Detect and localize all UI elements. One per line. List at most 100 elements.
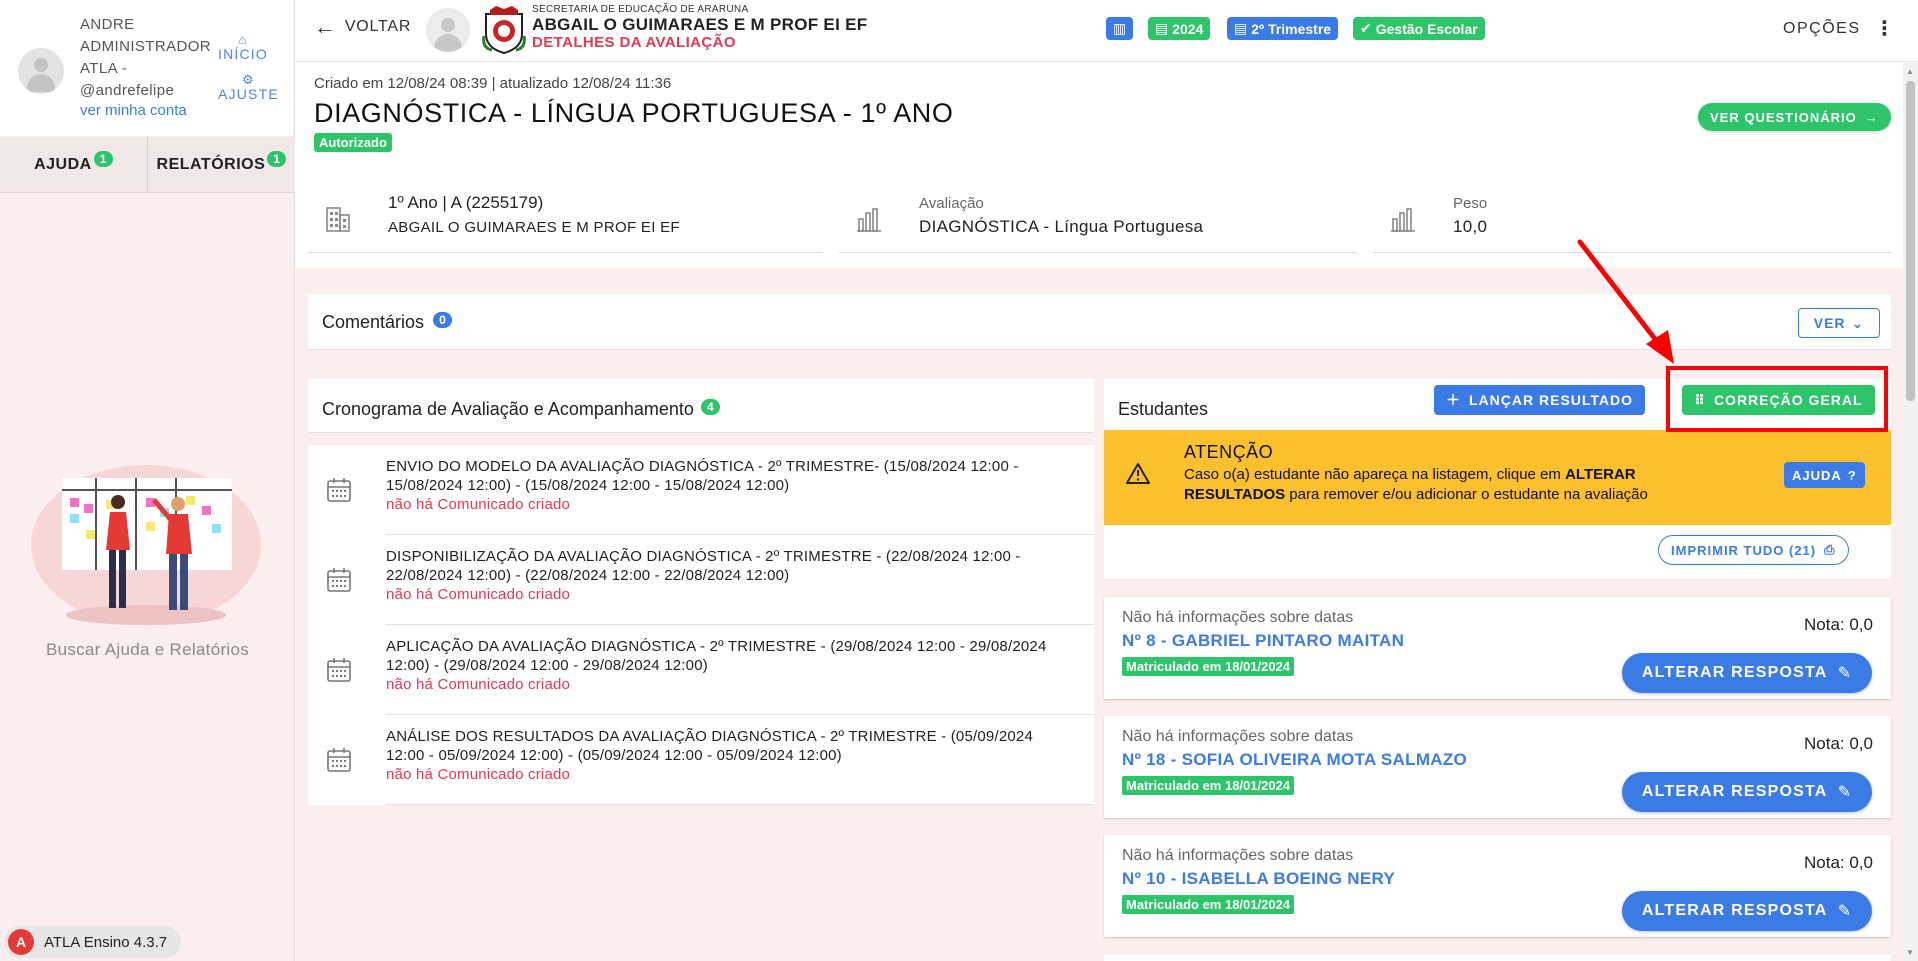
tab-ajuda-label: AJUDA xyxy=(34,155,92,173)
alterar-resposta-label: ALTERAR RESPOSTA xyxy=(1641,902,1828,919)
plus-icon: ＋ xyxy=(1446,392,1461,408)
cronograma-title: Cronograma de Avaliação e Acompanhamento… xyxy=(308,379,1094,433)
gestao-chip-label: Gestão Escolar xyxy=(1375,20,1478,37)
page-scrollbar[interactable]: ▲ ▼ xyxy=(1903,63,1918,961)
tab-ajuda[interactable]: AJUDA 1 xyxy=(0,137,147,192)
comments-count: 0 xyxy=(433,312,452,328)
school-name: ABGAIL O GUIMARAES E M PROF EI EF xyxy=(532,15,868,34)
cronograma-item-text: APLICAÇÃO DA AVALIAÇÃO DIAGNÓSTICA - 2º … xyxy=(386,638,1047,674)
avaliacao-label: Avaliação xyxy=(919,195,984,212)
comments-title-label: Comentários xyxy=(322,312,425,332)
nav-inicio[interactable]: ⌂ INÍCIO xyxy=(218,32,268,62)
help-illustration xyxy=(31,465,261,625)
options-menu[interactable]: OPÇÕES ⋮ xyxy=(1783,18,1896,40)
tab-relatorios[interactable]: RELATÓRIOS 1 xyxy=(147,137,295,192)
bar-chart-icon xyxy=(1391,208,1415,232)
cronograma-item[interactable]: APLICAÇÃO DA AVALIAÇÃO DIAGNÓSTICA - 2º … xyxy=(327,625,1094,715)
cronograma-item-status: não há Comunicado criado xyxy=(386,586,571,603)
account-link[interactable]: ver minha conta xyxy=(80,102,187,119)
help-icon: ? xyxy=(1847,467,1857,483)
lancar-resultado-button[interactable]: ＋ LANÇAR RESULTADO xyxy=(1434,385,1646,415)
edit-icon: ✎ xyxy=(1837,903,1853,920)
arrow-right-icon: → xyxy=(1864,109,1879,125)
chevron-down-icon: ⌄ xyxy=(1851,314,1865,331)
calendar-icon: ▤ xyxy=(1234,20,1248,36)
ver-questionario-button[interactable]: VER QUESTIONÁRIO → xyxy=(1698,103,1891,131)
ver-label: VER xyxy=(1813,315,1846,331)
cronograma-item-status: não há Comunicado criado xyxy=(386,676,571,693)
cronograma-item-status: não há Comunicado criado xyxy=(386,766,571,783)
main-content: Criado em 12/08/24 08:39 | atualizado 12… xyxy=(296,63,1903,961)
chart-chip[interactable]: ▥ xyxy=(1106,17,1134,40)
bar-chart-icon xyxy=(857,208,881,232)
gear-icon: ⚙ xyxy=(242,72,255,87)
page-title: DETALHES DA AVALIAÇÃO xyxy=(532,34,736,51)
calendar-icon: ▤ xyxy=(1155,20,1169,36)
student-grade: Nota: 0,0 xyxy=(1804,615,1873,634)
student-card: Não há informações sobre datas Nº 10 - I… xyxy=(1104,835,1891,937)
class-school: ABGAIL O GUIMARAES E M PROF EI EF xyxy=(388,219,680,236)
enrolled-badge: Matriculado em 18/01/2024 xyxy=(1122,657,1295,676)
user-name: ANDRE ADMINISTRADOR ATLA - @andrefelipe xyxy=(80,16,212,99)
cronograma-item-status: não há Comunicado criado xyxy=(386,496,571,513)
year-chip[interactable]: ▤ 2024 xyxy=(1148,17,1211,40)
cronograma-card: Cronograma de Avaliação e Acompanhamento… xyxy=(308,379,1094,949)
cronograma-item-text: DISPONIBILIZAÇÃO DA AVALIAÇÃO DIAGNÓSTIC… xyxy=(386,548,1021,584)
student-dates: Não há informações sobre datas xyxy=(1122,728,1354,745)
ver-comments-button[interactable]: VER ⌄ xyxy=(1798,308,1880,338)
more-vertical-icon: ⋮ xyxy=(1874,18,1896,40)
nav-ajuste[interactable]: ⚙ AJUSTE xyxy=(218,72,279,102)
student-grade: Nota: 0,0 xyxy=(1804,734,1873,753)
scrollbar-thumb[interactable] xyxy=(1906,81,1915,401)
cronograma-title-label: Cronograma de Avaliação e Acompanhamento xyxy=(322,399,694,419)
scroll-up-icon[interactable]: ▲ xyxy=(1906,67,1914,76)
status-badge: Autorizado xyxy=(314,133,392,152)
sidebar-user-panel: ANDRE ADMINISTRADOR ATLA - @andrefelipe … xyxy=(0,0,294,136)
nav-ajuste-label: AJUSTE xyxy=(218,86,279,102)
trimestre-chip[interactable]: ▤ 2º Trimestre xyxy=(1227,17,1339,40)
user-avatar[interactable] xyxy=(18,48,64,94)
gestao-chip[interactable]: ✔ Gestão Escolar xyxy=(1353,17,1485,40)
annotation-highlight-box xyxy=(1666,366,1888,432)
alert-title: ATENÇÃO xyxy=(1184,442,1274,462)
ajuda-label: AJUDA xyxy=(1792,467,1842,483)
atla-logo-icon: A xyxy=(8,929,34,955)
comments-title: Comentários 0 xyxy=(322,312,452,333)
student-card: Não há informações sobre datas Nº 18 - S… xyxy=(1104,716,1891,818)
imprimir-tudo-button[interactable]: IMPRIMIR TUDO (21) ⎙ xyxy=(1658,535,1849,565)
students-title: Estudantes xyxy=(1118,399,1209,419)
cronograma-item[interactable]: ENVIO DO MODELO DA AVALIAÇÃO DIAGNÓSTICA… xyxy=(327,445,1094,535)
bar-chart-icon: ▥ xyxy=(1113,20,1127,36)
alterar-resposta-button[interactable]: ALTERAR RESPOSTA ✎ xyxy=(1622,772,1872,812)
alterar-resposta-label: ALTERAR RESPOSTA xyxy=(1641,783,1828,800)
check-circle-icon: ✔ xyxy=(1360,20,1372,36)
cronograma-item[interactable]: DISPONIBILIZAÇÃO DA AVALIAÇÃO DIAGNÓSTIC… xyxy=(327,535,1094,625)
avaliacao-info: Avaliação DIAGNÓSTICA - Língua Portugues… xyxy=(839,183,1357,253)
school-avatar xyxy=(426,8,470,52)
version-badge[interactable]: A ATLA Ensino 4.3.7 xyxy=(4,926,182,958)
student-name[interactable]: Nº 10 - ISABELLA BOEING NERY xyxy=(1122,869,1395,889)
help-text: Buscar Ajuda e Relatórios xyxy=(45,640,250,659)
evaluation-title: DIAGNÓSTICA - LÍNGUA PORTUGUESA - 1º ANO xyxy=(314,98,954,128)
attention-alert: ATENÇÃO Caso o(a) estudante não apareça … xyxy=(1104,430,1891,525)
printer-icon: ⎙ xyxy=(1824,542,1836,557)
student-name[interactable]: Nº 18 - SOFIA OLIVEIRA MOTA SALMAZO xyxy=(1122,750,1467,770)
student-grade: Nota: 0,0 xyxy=(1804,853,1873,872)
cronograma-item[interactable]: ANÁLISE DOS RESULTADOS DA AVALIAÇÃO DIAG… xyxy=(327,715,1094,805)
back-button[interactable]: ← VOLTAR xyxy=(314,16,411,38)
enrolled-badge: Matriculado em 18/01/2024 xyxy=(1122,776,1295,795)
trimestre-chip-label: 2º Trimestre xyxy=(1251,20,1332,37)
tab-relatorios-label: RELATÓRIOS xyxy=(156,155,266,173)
alterar-resposta-button[interactable]: ALTERAR RESPOSTA ✎ xyxy=(1622,653,1872,693)
calendar-icon xyxy=(327,568,351,592)
warning-icon xyxy=(1126,463,1150,484)
building-icon xyxy=(326,207,350,232)
alterar-resposta-button[interactable]: ALTERAR RESPOSTA ✎ xyxy=(1622,891,1872,931)
alert-message-pre: Caso o(a) estudante não apareça na lista… xyxy=(1184,466,1566,483)
ajuda-button[interactable]: AJUDA ? xyxy=(1784,462,1865,488)
home-icon: ⌂ xyxy=(238,32,248,47)
avaliacao-value: DIAGNÓSTICA - Língua Portuguesa xyxy=(919,217,1204,236)
scroll-down-icon[interactable]: ▼ xyxy=(1906,948,1914,957)
student-name[interactable]: Nº 8 - GABRIEL PINTARO MAITAN xyxy=(1122,631,1404,651)
print-row: IMPRIMIR TUDO (21) ⎙ xyxy=(1104,525,1891,579)
